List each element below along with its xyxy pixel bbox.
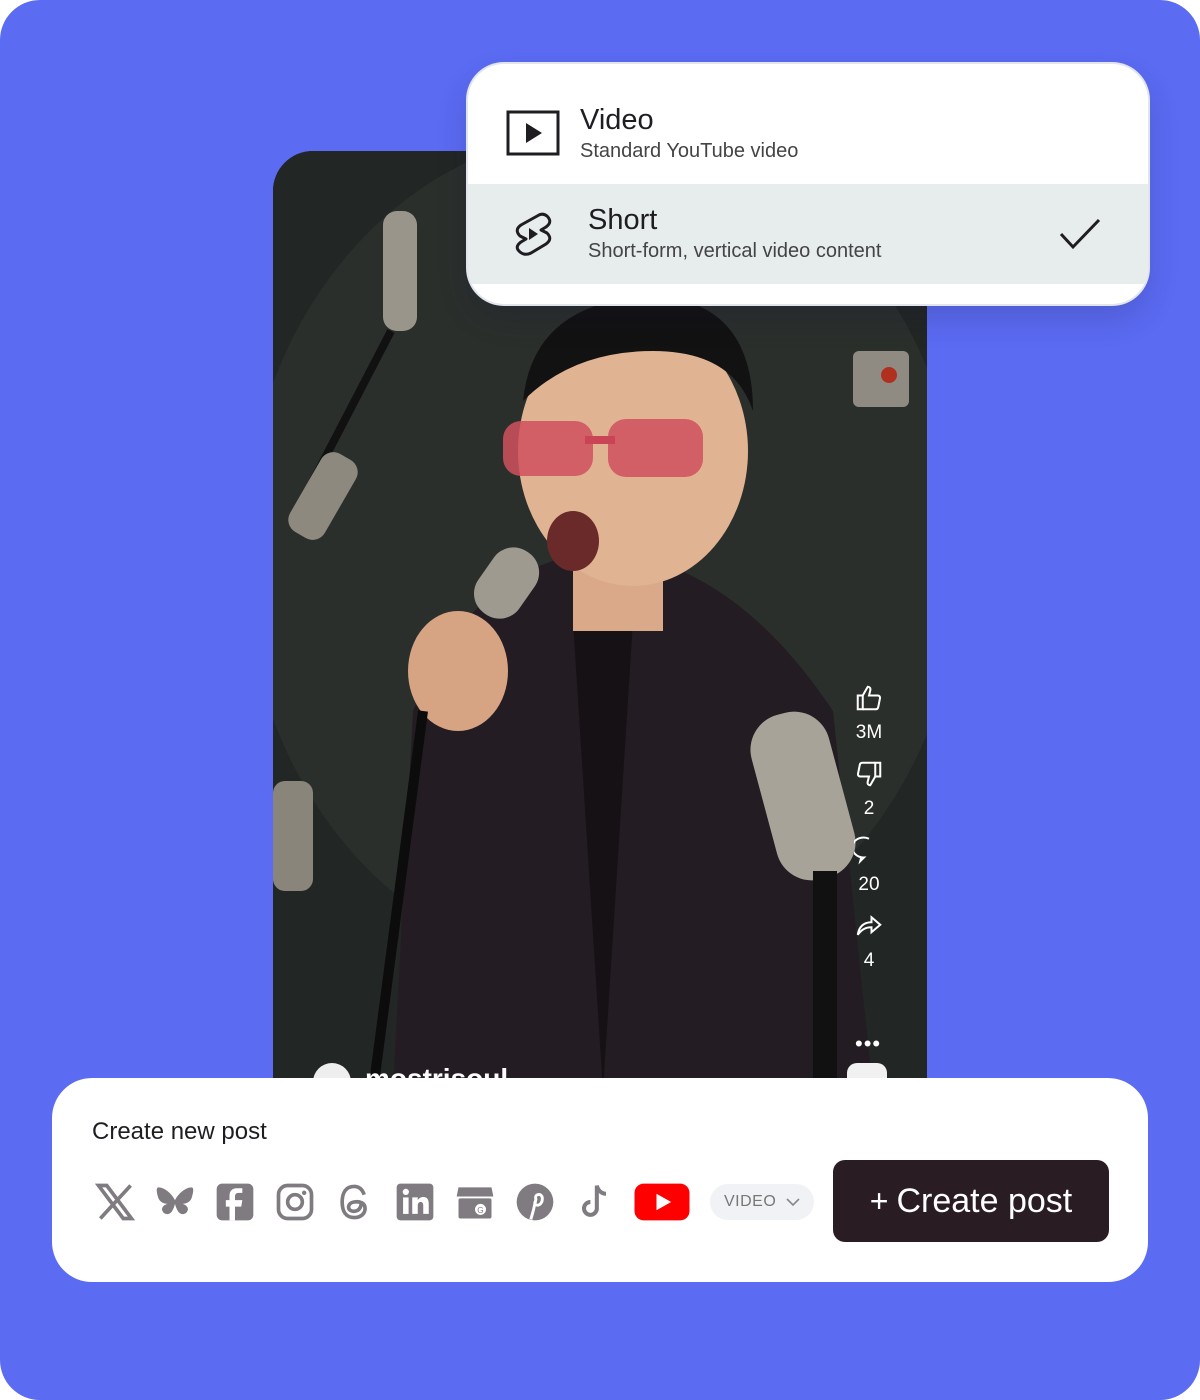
- post-type-value: VIDEO: [724, 1193, 777, 1210]
- dislike-count: 2: [863, 798, 875, 819]
- option-video-title: Video: [580, 104, 654, 136]
- create-post-button[interactable]: + Create post: [833, 1160, 1109, 1242]
- comment-icon[interactable]: [852, 833, 886, 867]
- youtube-icon[interactable]: [632, 1179, 692, 1225]
- like-icon[interactable]: [852, 681, 886, 715]
- like-count: 3M: [855, 722, 883, 743]
- option-video-description: Standard YouTube video: [580, 140, 799, 162]
- dislike-icon[interactable]: [852, 757, 886, 791]
- more-icon[interactable]: •••: [855, 1031, 881, 1057]
- chevron-down-icon: [786, 1198, 800, 1207]
- post-type-dropdown: Video Standard YouTube video Short Short…: [468, 64, 1148, 304]
- share-count: 4: [863, 950, 875, 971]
- instagram-icon[interactable]: [272, 1179, 318, 1225]
- video-action-rail: 3M 2 20 4: [841, 681, 897, 985]
- google-business-icon[interactable]: G: [452, 1179, 498, 1225]
- checkmark-icon: [1058, 216, 1102, 252]
- network-selector: G VIDEO: [92, 1178, 815, 1226]
- play-box-icon: [506, 110, 560, 158]
- tiktok-icon[interactable]: [572, 1179, 618, 1225]
- create-post-card: Create new post G VIDEO + Create post: [52, 1078, 1148, 1282]
- svg-text:G: G: [477, 1206, 483, 1215]
- option-video[interactable]: Video Standard YouTube video: [468, 84, 1148, 184]
- card-title: Create new post: [92, 1118, 267, 1145]
- create-post-label: Create post: [896, 1181, 1073, 1220]
- option-short-description: Short-form, vertical video content: [588, 240, 882, 262]
- option-short[interactable]: Short Short-form, vertical video content: [468, 184, 1148, 284]
- canvas-background: 3M 2 20 4 ••• mostrisoul Video Standard: [0, 0, 1200, 1400]
- option-short-title: Short: [588, 204, 658, 236]
- x-icon[interactable]: [92, 1179, 138, 1225]
- youtube-shorts-icon: [506, 210, 560, 258]
- linkedin-icon[interactable]: [392, 1179, 438, 1225]
- plus-icon: +: [869, 1182, 889, 1219]
- post-type-select[interactable]: VIDEO: [710, 1184, 815, 1220]
- threads-icon[interactable]: [332, 1179, 378, 1225]
- comment-count: 20: [858, 874, 880, 895]
- share-icon[interactable]: [852, 909, 886, 943]
- facebook-icon[interactable]: [212, 1179, 258, 1225]
- pinterest-icon[interactable]: [512, 1179, 558, 1225]
- bluesky-icon[interactable]: [152, 1179, 198, 1225]
